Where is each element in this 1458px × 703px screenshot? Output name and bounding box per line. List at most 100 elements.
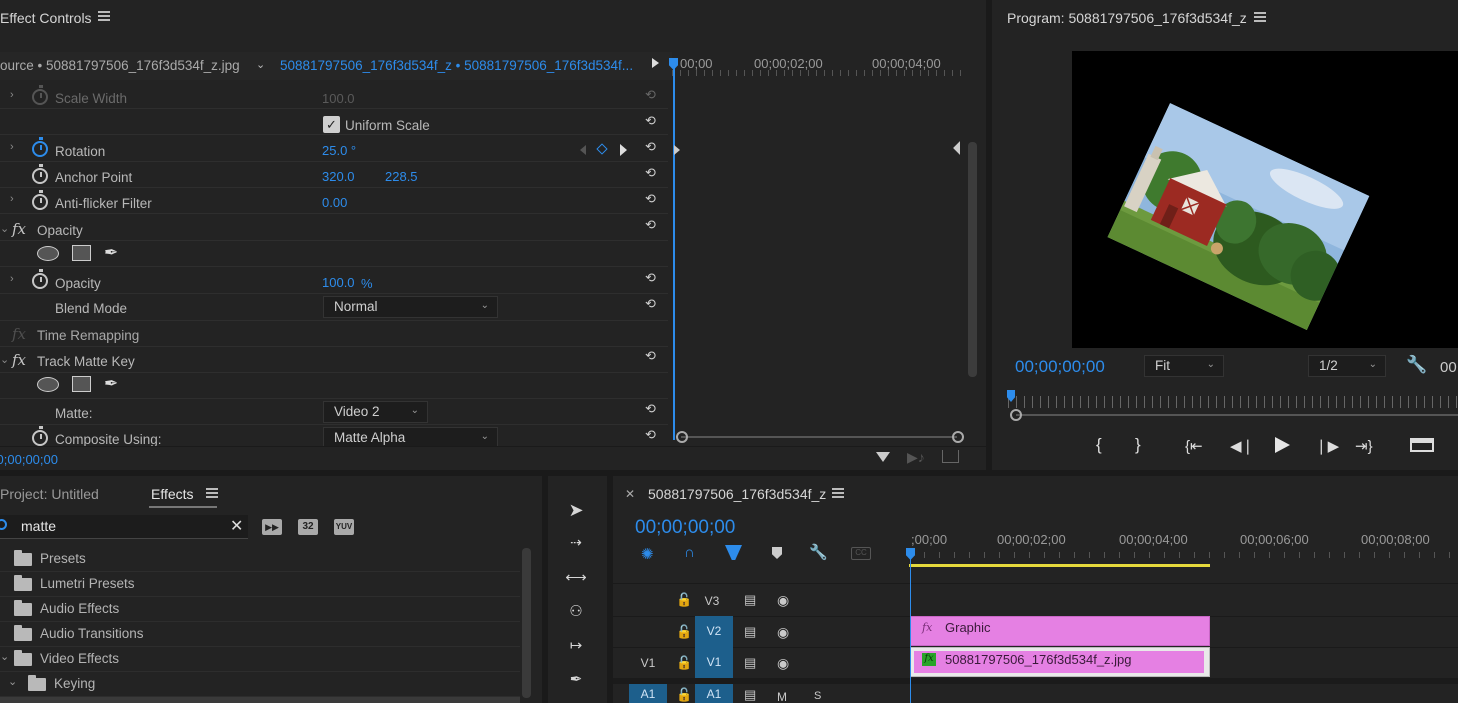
lock-icon[interactable]: 🔓 (676, 624, 692, 640)
track-target-a1[interactable]: A1 (695, 684, 733, 703)
yuv-effects-icon[interactable]: YUV (334, 519, 354, 535)
lock-icon[interactable]: 🔓 (676, 687, 692, 703)
program-timecode[interactable]: 00;00;00;00 (1015, 357, 1105, 377)
collapse-chevron-icon[interactable]: ⌄ (0, 353, 9, 366)
tab-effects[interactable]: Effects (151, 486, 194, 502)
resolution-dropdown[interactable]: 1/2 ⌄ (1308, 355, 1386, 377)
source-label[interactable]: ource • 50881797506_176f3d534f_z.jpg (0, 58, 240, 73)
audio-play-icon[interactable]: ▶♪ (907, 449, 925, 466)
tree-row[interactable]: ⌄ Video Effects (0, 647, 520, 672)
timeline-playhead[interactable] (910, 556, 911, 703)
search-input[interactable]: matte (21, 518, 56, 534)
anchor-point-x[interactable]: 320.0 (322, 169, 355, 184)
go-to-in-icon[interactable]: {⇤ (1185, 437, 1203, 455)
ec-playhead[interactable] (673, 58, 675, 440)
effects-scrollbar[interactable] (522, 548, 531, 698)
reset-icon[interactable]: ⟲ (645, 427, 663, 442)
tree-row[interactable]: Audio Effects (0, 597, 520, 622)
pen-mask-icon[interactable]: ✒ (104, 243, 118, 263)
slip-tool-icon[interactable]: ↦ (564, 636, 588, 660)
mark-in-icon[interactable]: { (1096, 435, 1102, 455)
lock-icon[interactable]: 🔓 (676, 592, 692, 608)
collapse-chevron-icon[interactable]: ⌄ (0, 222, 9, 235)
mute-button[interactable]: M (777, 690, 787, 703)
anti-flicker-value[interactable]: 0.00 (322, 195, 347, 210)
close-sequence-icon[interactable]: ✕ (625, 487, 635, 501)
selected-row-partial[interactable] (0, 697, 520, 703)
eye-icon[interactable]: ◉ (777, 655, 789, 672)
track-label-v3[interactable]: V3 (697, 594, 727, 608)
ripple-edit-tool-icon[interactable]: ⟷ (564, 568, 588, 592)
source-patch-a1[interactable]: A1 (629, 684, 667, 703)
play-icon[interactable] (1275, 437, 1290, 453)
stopwatch-icon[interactable] (32, 137, 48, 157)
eye-icon[interactable]: ◉ (777, 592, 789, 609)
stopwatch-icon[interactable] (32, 269, 48, 289)
expand-chevron-icon[interactable]: › (10, 273, 14, 285)
snap-magnet-icon[interactable]: ∩ (684, 544, 695, 561)
sync-lock-icon[interactable]: ▤ (744, 655, 756, 671)
step-back-icon[interactable]: ◀❘ (1230, 437, 1254, 455)
scale-width-value[interactable]: 100.0 (322, 91, 355, 106)
clip-selector-chevron-icon[interactable]: ⌄ (256, 58, 265, 71)
ec-ruler[interactable]: 00;00 00;00;02;00 00;00;04;00 (672, 52, 967, 80)
collapse-chevron-icon[interactable]: ⌄ (8, 675, 17, 688)
zoom-handle-left[interactable] (676, 431, 688, 443)
anchor-point-y[interactable]: 228.5 (385, 169, 418, 184)
fx-icon[interactable]: fx (12, 220, 26, 238)
linked-selection-icon[interactable] (725, 545, 742, 560)
expand-chevron-icon[interactable]: › (10, 141, 14, 153)
sync-lock-icon[interactable]: ▤ (744, 592, 756, 608)
program-monitor-title[interactable]: Program: 50881797506_176f3d534f_z (1007, 10, 1247, 26)
zoom-handle-right[interactable] (952, 431, 964, 443)
pen-mask-icon[interactable]: ✒ (104, 374, 118, 394)
play-clip-icon[interactable] (652, 58, 659, 68)
clip-label[interactable]: 50881797506_176f3d534f_z • 50881797506_1… (280, 58, 635, 73)
track-target-v1[interactable]: V1 (695, 647, 733, 678)
mark-out-icon[interactable]: } (1135, 435, 1141, 455)
nest-icon[interactable]: ✺ (641, 545, 654, 563)
sequence-tab[interactable]: 50881797506_176f3d534f_z (648, 486, 826, 502)
ellipse-mask-icon[interactable] (37, 377, 59, 392)
uniform-scale-checkbox[interactable]: ✓ (323, 116, 340, 133)
export-icon[interactable] (942, 450, 959, 463)
solo-button[interactable]: S (814, 690, 821, 702)
captions-icon[interactable]: CC (851, 547, 871, 560)
tree-row[interactable]: Lumetri Presets (0, 572, 520, 597)
panel-menu-icon[interactable] (1254, 11, 1266, 23)
tree-row[interactable]: Presets (0, 547, 520, 572)
stopwatch-icon[interactable] (32, 85, 48, 105)
next-keyframe-icon[interactable] (620, 144, 627, 156)
collapse-chevron-icon[interactable]: ⌄ (0, 650, 9, 663)
keyframe-marker-icon[interactable] (953, 141, 967, 155)
fx-icon[interactable]: fx (12, 325, 26, 343)
ellipse-mask-icon[interactable] (37, 246, 59, 261)
reset-icon[interactable]: ⟲ (645, 296, 663, 311)
reset-icon[interactable]: ⟲ (645, 217, 663, 232)
timeline-timecode[interactable]: 00;00;00;00 (635, 517, 735, 539)
work-area-bar[interactable] (909, 564, 1210, 567)
source-patch-v1[interactable]: V1 (635, 656, 661, 670)
rectangle-mask-icon[interactable] (72, 245, 91, 261)
prev-keyframe-icon[interactable] (580, 145, 586, 155)
track-target-v2[interactable]: V2 (695, 616, 733, 647)
search-box[interactable]: matte ✕ (0, 515, 248, 539)
go-to-out-icon[interactable]: ⇥} (1355, 437, 1373, 455)
expand-chevron-icon[interactable]: › (10, 89, 14, 101)
panel-menu-icon[interactable] (832, 487, 844, 499)
rectangle-mask-icon[interactable] (72, 376, 91, 392)
filter-icon[interactable] (876, 452, 890, 462)
stopwatch-icon[interactable] (32, 426, 48, 446)
reset-icon[interactable]: ⟲ (645, 113, 663, 128)
matte-dropdown[interactable]: Video 2 ⌄ (323, 401, 428, 423)
sync-lock-icon[interactable]: ▤ (744, 687, 756, 703)
fx-icon[interactable]: fx (12, 351, 26, 369)
program-zoom-handle[interactable] (1010, 409, 1022, 421)
expand-chevron-icon[interactable]: › (10, 193, 14, 205)
sync-lock-icon[interactable]: ▤ (744, 624, 756, 640)
stopwatch-icon[interactable] (32, 164, 48, 184)
stopwatch-icon[interactable] (32, 190, 48, 210)
razor-tool-icon[interactable]: ⚇ (564, 602, 588, 626)
track-row-a1[interactable] (613, 684, 1458, 703)
clear-search-icon[interactable]: ✕ (230, 516, 243, 536)
